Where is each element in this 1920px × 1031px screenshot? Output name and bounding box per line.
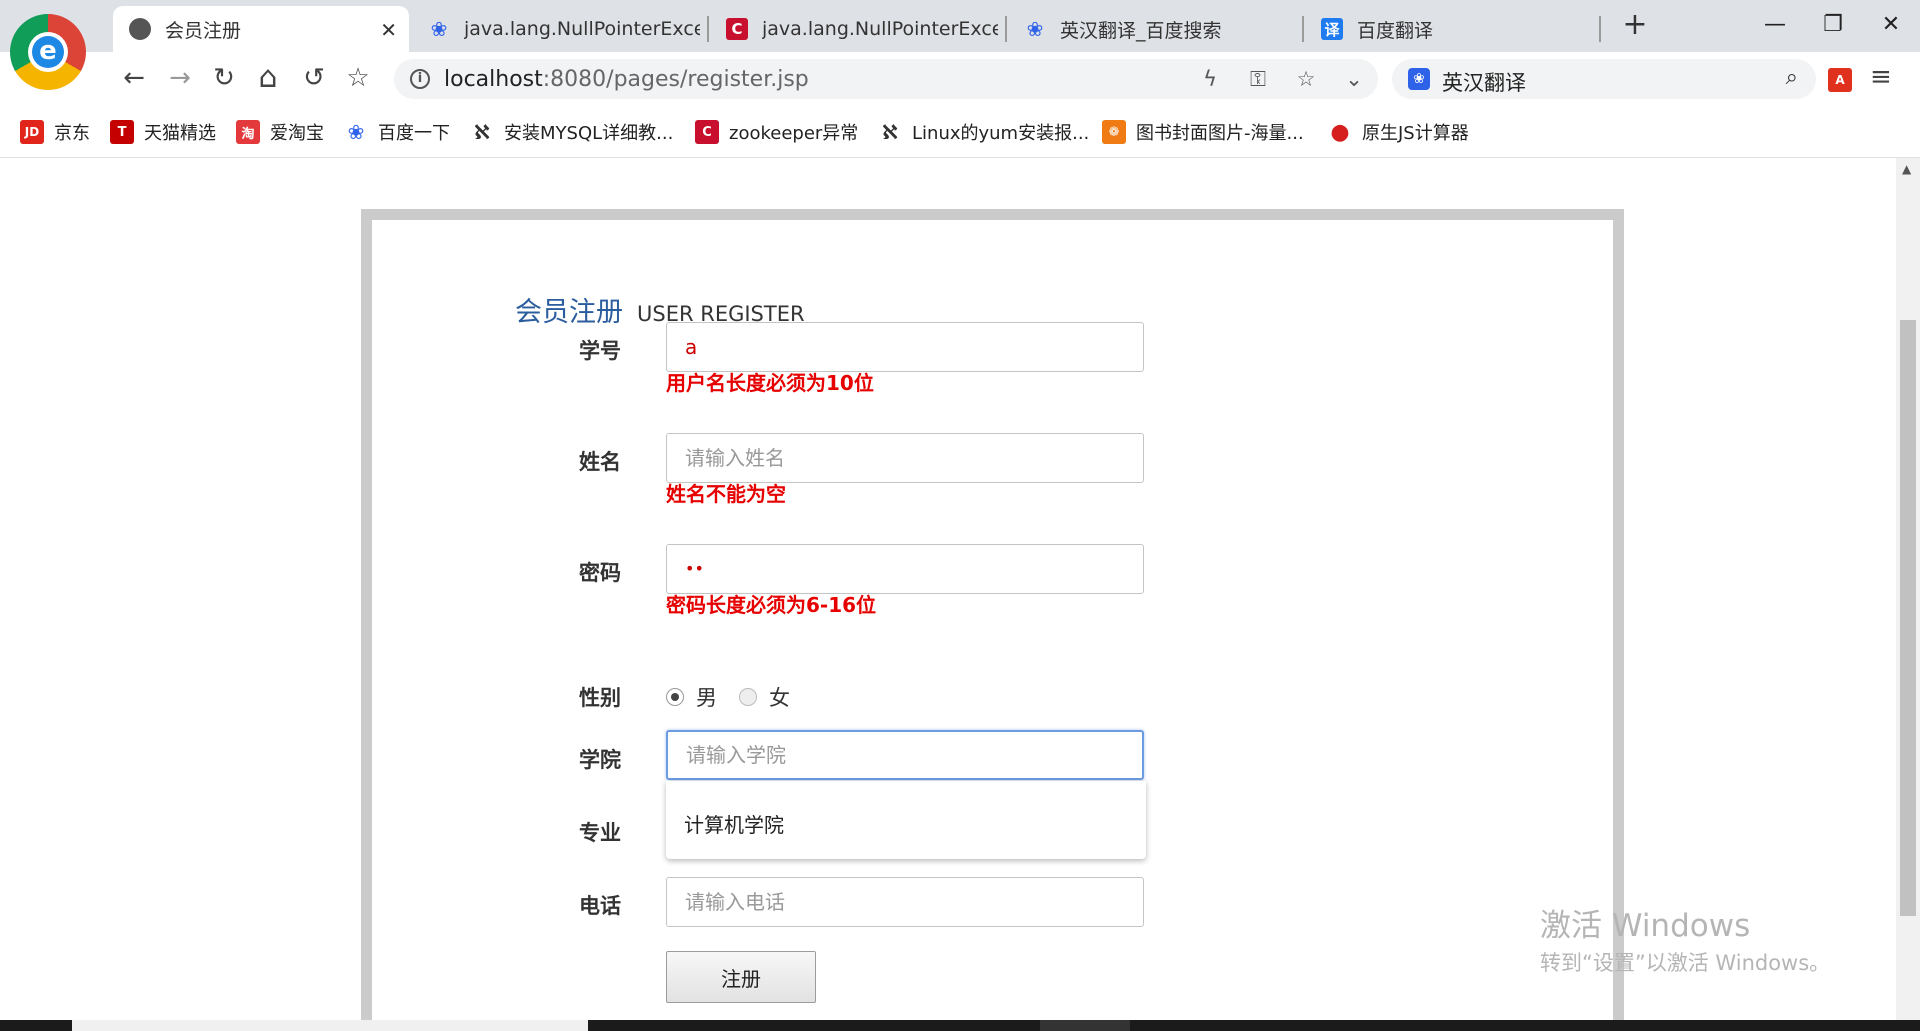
tab-separator: [1302, 16, 1304, 42]
restore-button[interactable]: ❐: [1810, 8, 1856, 42]
search-icon[interactable]: ⌕: [1786, 65, 1798, 90]
name-label: 姓名: [579, 450, 621, 474]
image-site-icon: ❁: [1102, 120, 1126, 144]
gender-female-label: 女: [769, 686, 790, 710]
register-button[interactable]: 注册: [666, 951, 816, 1003]
star-icon[interactable]: ☆: [1290, 63, 1322, 95]
tab-nullpointer-1[interactable]: ❀ java.lang.NullPointerExcep: [412, 6, 702, 52]
bookmark-baidu[interactable]: ❀ 百度一下: [344, 118, 450, 146]
chevron-down-icon[interactable]: ⌄: [1338, 63, 1370, 95]
student-id-label: 学号: [579, 339, 621, 363]
tab-nullpointer-2[interactable]: C java.lang.NullPointerExcep: [710, 6, 1000, 52]
fanyi-icon: 译: [1321, 18, 1343, 40]
csdn-icon: C: [695, 120, 719, 144]
tab-separator: [707, 16, 709, 42]
csdn-icon: C: [726, 18, 748, 40]
taskbar-tray: [1040, 1020, 1130, 1031]
page-viewport: 会员注册USER REGISTER 学号 用户名长度必须为10位 姓名 姓名不能…: [0, 158, 1896, 1020]
red-circle-icon: ●: [1330, 119, 1350, 145]
autocomplete-item[interactable]: 计算机学院: [684, 809, 784, 838]
bookmark-js-calculator[interactable]: ● 原生JS计算器: [1328, 118, 1468, 146]
search-box[interactable]: ❀ 英汉翻译 ⌕: [1392, 59, 1816, 99]
name-error: 姓名不能为空: [666, 482, 786, 506]
college-label: 学院: [579, 748, 621, 772]
password-error: 密码长度必须为6-16位: [666, 593, 877, 617]
back-button[interactable]: ←: [116, 60, 152, 96]
college-autocomplete-dropdown: 计算机学院: [666, 781, 1146, 859]
globe-icon: [129, 18, 151, 40]
baidu-paw-icon: ❀: [347, 120, 365, 144]
phone-input[interactable]: [666, 877, 1144, 927]
bookmark-book-cover[interactable]: ❁ 图书封面图片-海量...: [1102, 118, 1304, 146]
major-label: 专业: [579, 821, 621, 845]
bookmarks-bar: JD 京东 T 天猫精选 淘 爱淘宝 ❀ 百度一下 ℵ 安装MYSQL详细教..…: [0, 106, 1920, 158]
search-input[interactable]: 英汉翻译: [1442, 67, 1526, 97]
tab-close-icon[interactable]: ✕: [380, 18, 397, 42]
tmall-icon: T: [110, 120, 134, 144]
bookmark-jd[interactable]: JD 京东: [20, 118, 90, 146]
scrollbar[interactable]: ▲: [1896, 158, 1920, 1020]
undo-close-button[interactable]: ↺: [296, 60, 332, 96]
key-icon[interactable]: ⚿: [1242, 63, 1274, 95]
bookmark-mysql[interactable]: ℵ 安装MYSQL详细教...: [470, 118, 673, 146]
url-text[interactable]: localhost:8080/pages/register.jsp: [444, 67, 809, 92]
browser-logo-icon: e: [10, 14, 86, 90]
address-bar[interactable]: i localhost:8080/pages/register.jsp ϟ ⚿ …: [394, 59, 1378, 99]
reload-button[interactable]: ↻: [206, 60, 242, 96]
close-window-button[interactable]: ✕: [1868, 8, 1914, 42]
bookmark-tmall[interactable]: T 天猫精选: [110, 118, 216, 146]
taskbar: [0, 1020, 1920, 1031]
home-button[interactable]: ⌂: [250, 60, 286, 96]
bookmark-linux-yum[interactable]: ℵ Linux的yum安装报...: [878, 118, 1089, 146]
student-id-input[interactable]: [666, 322, 1144, 372]
student-id-error: 用户名长度必须为10位: [666, 371, 874, 395]
tab-separator: [1005, 16, 1007, 42]
jd-icon: JD: [20, 120, 44, 144]
tab-register[interactable]: 会员注册 ✕: [113, 6, 409, 52]
gender-radio-group: 男 女: [666, 682, 790, 712]
gender-male-radio[interactable]: [666, 688, 684, 706]
baidu-paw-icon: ❀: [1026, 17, 1044, 41]
bookmark-zookeeper[interactable]: C zookeeper异常: [695, 118, 858, 146]
register-panel: 会员注册USER REGISTER 学号 用户名长度必须为10位 姓名 姓名不能…: [372, 220, 1613, 1020]
flash-icon[interactable]: ϟ: [1194, 63, 1226, 95]
password-input[interactable]: ••: [666, 544, 1144, 594]
bookmark-star-button[interactable]: ☆: [340, 60, 376, 96]
tab-strip: e 会员注册 ✕ ❀ java.lang.NullPointerExcep C …: [0, 0, 1920, 90]
pdf-extension-icon[interactable]: A: [1828, 68, 1852, 92]
taobao-icon: 淘: [236, 120, 260, 144]
feather-icon: ℵ: [474, 120, 490, 144]
name-input[interactable]: [666, 433, 1144, 483]
tab-separator: [1599, 16, 1601, 42]
college-input[interactable]: [666, 730, 1144, 780]
register-frame: 会员注册USER REGISTER 学号 用户名长度必须为10位 姓名 姓名不能…: [361, 209, 1624, 1020]
baidu-paw-icon: ❀: [430, 17, 448, 41]
new-tab-button[interactable]: +: [1618, 8, 1652, 42]
tab-baidu-fanyi[interactable]: 译 百度翻译: [1305, 6, 1595, 52]
info-icon[interactable]: i: [410, 69, 430, 89]
gender-male-label: 男: [696, 686, 717, 710]
tab-baidu-search[interactable]: ❀ 英汉翻译_百度搜索: [1008, 6, 1298, 52]
baidu-paw-icon: ❀: [1408, 68, 1430, 90]
taskbar-search-area[interactable]: [72, 1020, 588, 1031]
password-label: 密码: [579, 561, 621, 585]
menu-icon[interactable]: ≡: [1870, 62, 1892, 92]
phone-label: 电话: [579, 894, 621, 918]
scroll-up-icon[interactable]: ▲: [1902, 162, 1911, 176]
scrollbar-thumb[interactable]: [1900, 320, 1916, 916]
gender-female-radio[interactable]: [739, 688, 757, 706]
forward-button[interactable]: →: [162, 60, 198, 96]
windows-activation-watermark: 激活 Windows 转到“设置”以激活 Windows。: [1540, 908, 1831, 975]
minimize-button[interactable]: —: [1752, 8, 1798, 42]
toolbar: ← → ↻ ⌂ ↺ ☆ i localhost:8080/pages/regis…: [0, 52, 1920, 106]
feather-icon: ℵ: [882, 120, 898, 144]
gender-label: 性别: [579, 686, 621, 710]
bookmark-aitaobao[interactable]: 淘 爱淘宝: [236, 118, 324, 146]
